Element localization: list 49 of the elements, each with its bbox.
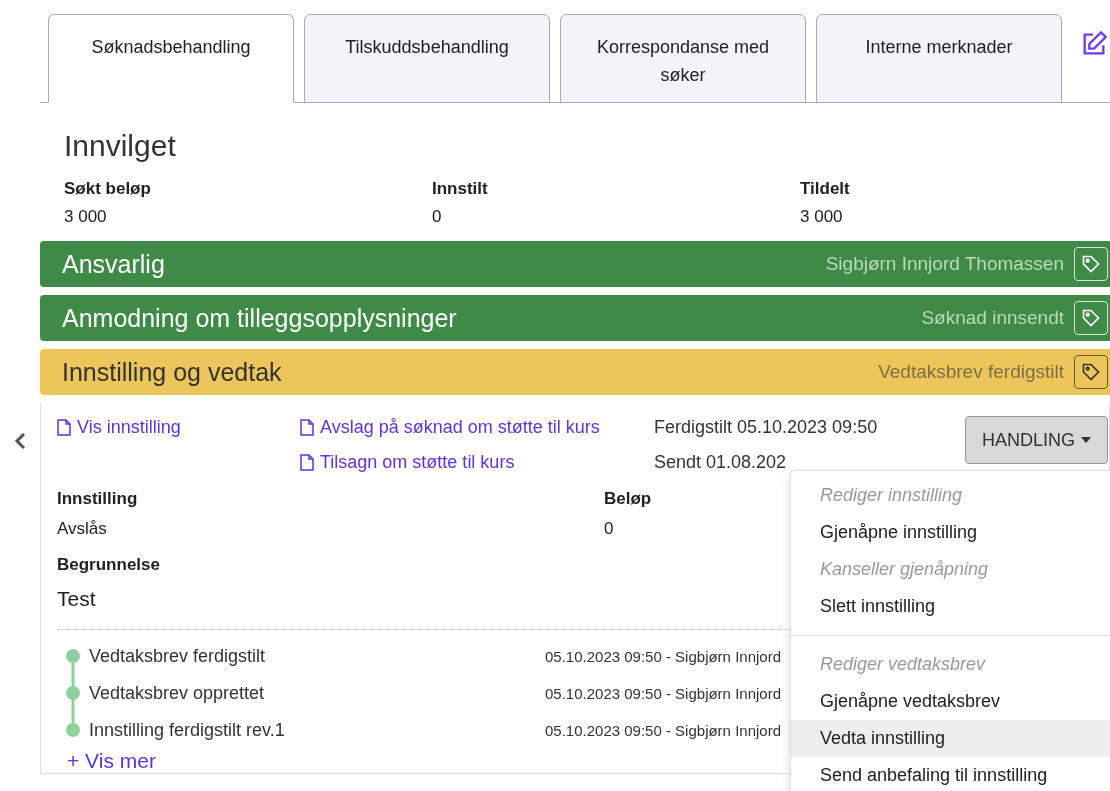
section-title: Anmodning om tilleggsopplysninger	[62, 303, 458, 333]
timeline-event: Vedtaksbrev ferdigstilt	[89, 646, 267, 667]
section-status: Vedtaksbrev ferdigstilt	[878, 361, 1064, 383]
document-icon	[57, 419, 71, 436]
status-heading: Innvilget	[63, 128, 177, 163]
tag-icon	[1081, 308, 1101, 328]
document-link[interactable]: Avslag på søknad om støtte til kurs	[300, 417, 654, 438]
chevron-left-icon[interactable]	[14, 431, 26, 450]
field-value: 3 000	[64, 207, 107, 227]
tab[interactable]: Tilskuddsbehandling	[304, 14, 550, 103]
section-status: Sigbjørn Innjord Thomassen	[825, 253, 1064, 275]
field-label: Beløp	[604, 489, 652, 509]
tag-icon	[1081, 362, 1101, 382]
section-header[interactable]: Ansvarlig Sigbjørn Innjord Thomassen	[40, 241, 1110, 287]
section-header[interactable]: Anmodning om tilleggsopplysninger Søknad innsendt	[40, 295, 1110, 341]
tab[interactable]: Interne merknader	[816, 14, 1062, 103]
tag-icon	[1081, 254, 1101, 274]
tab[interactable]: Søknadsbehandling	[48, 14, 294, 103]
document-icon	[300, 454, 314, 471]
field-value: 0	[604, 519, 614, 539]
timeline-event: Innstilling ferdigstilt rev.1	[89, 720, 286, 741]
timeline-meta: 05.10.2023 09:50 - Sigbjørn Innjord	[545, 648, 781, 665]
field-label: Begrunnelse	[57, 555, 160, 575]
section-header[interactable]: Innstilling og vedtak Vedtaksbrev ferdigstilt	[40, 349, 1110, 395]
action-dropdown-button[interactable]: HANDLING	[965, 416, 1108, 464]
date-text: Ferdigstilt 05.10.2023 09:50	[654, 417, 879, 438]
field-value: 3 000	[800, 207, 843, 227]
timeline-meta: 05.10.2023 09:50 - Sigbjørn Innjord	[545, 722, 781, 739]
section-title: Ansvarlig	[62, 249, 166, 279]
field-value: 0	[432, 207, 442, 227]
date-text: Sendt 01.08.202	[654, 452, 788, 473]
field-label: Søkt beløp	[64, 179, 151, 199]
tag-button[interactable]	[1074, 355, 1108, 389]
timeline-event: Vedtaksbrev opprettet	[89, 683, 266, 704]
menu-item[interactable]: Vedta innstilling	[791, 720, 1110, 757]
timeline-meta: 05.10.2023 09:50 - Sigbjørn Innjord	[545, 685, 781, 702]
section-title: Innstilling og vedtak	[62, 357, 283, 387]
tab[interactable]: Korrespondanse med søker	[560, 14, 806, 103]
caret-icon	[1081, 437, 1091, 443]
field-label: Innstilt	[432, 179, 488, 199]
view-link[interactable]: Vis innstilling	[57, 417, 300, 438]
document-link[interactable]: Tilsagn om støtte til kurs	[300, 452, 654, 473]
timeline-dot-icon	[65, 675, 81, 712]
field-value: Avslås	[57, 519, 107, 539]
field-label: Tildelt	[800, 179, 850, 199]
section-status: Søknad innsendt	[921, 307, 1064, 329]
reason-text: Test	[57, 587, 96, 611]
field-label: Innstilling	[57, 489, 138, 509]
document-icon	[300, 419, 314, 436]
